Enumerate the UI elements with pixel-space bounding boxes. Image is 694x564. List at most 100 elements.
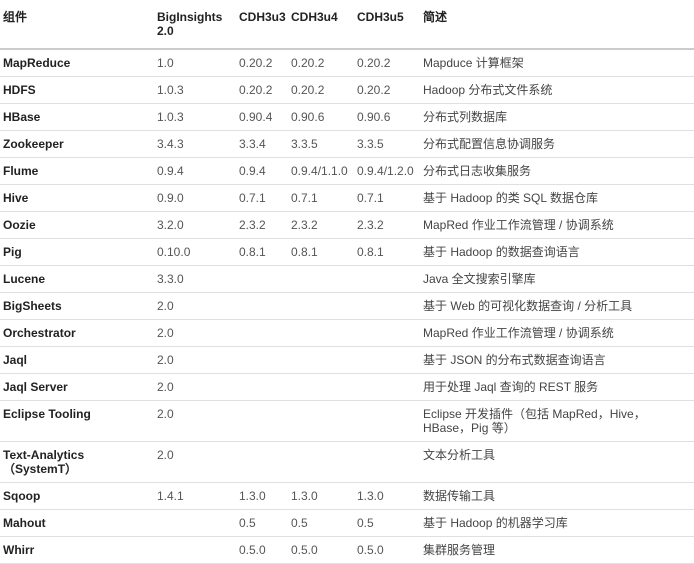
component-description: 用于处理 Jaql 查询的 REST 服务 — [420, 373, 694, 401]
component-name: Flume — [0, 157, 154, 185]
table-body: MapReduce 1.0 0.20.2 0.20.2 0.20.2 Mapduce 计算… — [0, 49, 694, 564]
cdh3u5-version — [354, 373, 420, 401]
cdh3u3-version — [236, 400, 288, 442]
table-row: Lucene 3.3.0 Java 全文搜索引擎库 — [0, 265, 694, 293]
biginsights-version: 2.0 — [154, 441, 236, 483]
cdh3u3-version: 3.3.4 — [236, 130, 288, 158]
component-description: 基于 Web 的可视化数据查询 / 分析工具 — [420, 292, 694, 320]
table-row: Mahout 0.5 0.5 0.5 基于 Hadoop 的机器学习库 — [0, 509, 694, 537]
page: 组件 BigInsights 2.0 CDH3u3 CDH3u4 CDH3u5 … — [0, 0, 694, 564]
component-description: 基于 Hadoop 的类 SQL 数据仓库 — [420, 184, 694, 212]
biginsights-version: 1.0.3 — [154, 76, 236, 104]
cdh3u3-version: 0.90.4 — [236, 103, 288, 131]
cdh3u3-version: 0.20.2 — [236, 49, 288, 77]
component-description: 集群服务管理 — [420, 536, 694, 564]
cdh3u3-version — [236, 346, 288, 374]
table-row: Zookeeper 3.4.3 3.3.4 3.3.5 3.3.5 分布式配置信息协调服务 — [0, 130, 694, 158]
cdh3u3-version: 0.5.0 — [236, 536, 288, 564]
biginsights-version: 2.0 — [154, 346, 236, 374]
component-name: Mahout — [0, 509, 154, 537]
cdh3u4-version — [288, 400, 354, 442]
cdh3u4-version: 0.20.2 — [288, 49, 354, 77]
cdh3u3-version: 2.3.2 — [236, 211, 288, 239]
component-description: 基于 Hadoop 的数据查询语言 — [420, 238, 694, 266]
biginsights-version: 0.10.0 — [154, 238, 236, 266]
table-row: BigSheets 2.0 基于 Web 的可视化数据查询 / 分析工具 — [0, 292, 694, 320]
biginsights-version: 1.4.1 — [154, 482, 236, 510]
cdh3u3-version — [236, 373, 288, 401]
component-name: Sqoop — [0, 482, 154, 510]
header-cdh3u3: CDH3u3 — [236, 4, 288, 50]
cdh3u5-version: 0.7.1 — [354, 184, 420, 212]
cdh3u5-version — [354, 346, 420, 374]
cdh3u3-version — [236, 265, 288, 293]
component-name: Eclipse Tooling — [0, 400, 154, 442]
table-row: Jaql 2.0 基于 JSON 的分布式数据查询语言 — [0, 346, 694, 374]
cdh3u4-version: 0.7.1 — [288, 184, 354, 212]
cdh3u5-version: 3.3.5 — [354, 130, 420, 158]
header-cdh3u4: CDH3u4 — [288, 4, 354, 50]
cdh3u4-version: 0.20.2 — [288, 76, 354, 104]
cdh3u3-version: 0.20.2 — [236, 76, 288, 104]
header-biginsights: BigInsights 2.0 — [154, 4, 236, 50]
component-description: Java 全文搜索引擎库 — [420, 265, 694, 293]
component-name: Lucene — [0, 265, 154, 293]
component-description: 基于 Hadoop 的机器学习库 — [420, 509, 694, 537]
component-name: Whirr — [0, 536, 154, 564]
component-name: Orchestrator — [0, 319, 154, 347]
table-row: Hive 0.9.0 0.7.1 0.7.1 0.7.1 基于 Hadoop 的类 SQL… — [0, 184, 694, 212]
component-description: Mapduce 计算框架 — [420, 49, 694, 77]
cdh3u5-version — [354, 400, 420, 442]
table-row: Oozie 3.2.0 2.3.2 2.3.2 2.3.2 MapRed 作业工作流管理 … — [0, 211, 694, 239]
component-name: Jaql — [0, 346, 154, 374]
component-name: BigSheets — [0, 292, 154, 320]
cdh3u3-version: 1.3.0 — [236, 482, 288, 510]
cdh3u5-version: 2.3.2 — [354, 211, 420, 239]
table-row: MapReduce 1.0 0.20.2 0.20.2 0.20.2 Mapduce 计算… — [0, 49, 694, 77]
cdh3u4-version: 0.5 — [288, 509, 354, 537]
table-row: Eclipse Tooling 2.0 Eclipse 开发插件（包括 MapRed… — [0, 400, 694, 442]
table-row: Pig 0.10.0 0.8.1 0.8.1 0.8.1 基于 Hadoop 的数据查询语… — [0, 238, 694, 266]
table-row: Orchestrator 2.0 MapRed 作业工作流管理 / 协调系统 — [0, 319, 694, 347]
biginsights-version: 0.9.4 — [154, 157, 236, 185]
component-description: 基于 JSON 的分布式数据查询语言 — [420, 346, 694, 374]
biginsights-version: 1.0.3 — [154, 103, 236, 131]
header-component: 组件 — [0, 4, 154, 50]
cdh3u3-version: 0.7.1 — [236, 184, 288, 212]
table-row: Jaql Server 2.0 用于处理 Jaql 查询的 REST 服务 — [0, 373, 694, 401]
cdh3u5-version — [354, 265, 420, 293]
component-description: 分布式列数据库 — [420, 103, 694, 131]
cdh3u4-version — [288, 292, 354, 320]
component-description: Hadoop 分布式文件系统 — [420, 76, 694, 104]
component-name: HBase — [0, 103, 154, 131]
cdh3u4-version: 0.5.0 — [288, 536, 354, 564]
biginsights-version: 3.2.0 — [154, 211, 236, 239]
cdh3u3-version: 0.8.1 — [236, 238, 288, 266]
cdh3u4-version — [288, 373, 354, 401]
component-description: 分布式配置信息协调服务 — [420, 130, 694, 158]
cdh3u4-version: 1.3.0 — [288, 482, 354, 510]
biginsights-version: 2.0 — [154, 292, 236, 320]
cdh3u3-version — [236, 292, 288, 320]
cdh3u5-version: 0.8.1 — [354, 238, 420, 266]
cdh3u4-version — [288, 441, 354, 483]
cdh3u4-version — [288, 265, 354, 293]
biginsights-version: 2.0 — [154, 400, 236, 442]
cdh3u4-version: 0.90.6 — [288, 103, 354, 131]
cdh3u3-version: 0.9.4 — [236, 157, 288, 185]
cdh3u5-version: 0.5.0 — [354, 536, 420, 564]
component-name: Oozie — [0, 211, 154, 239]
component-name: HDFS — [0, 76, 154, 104]
cdh3u4-version: 0.8.1 — [288, 238, 354, 266]
cdh3u4-version — [288, 319, 354, 347]
header-description: 简述 — [420, 4, 694, 50]
biginsights-version: 3.4.3 — [154, 130, 236, 158]
header-cdh3u5: CDH3u5 — [354, 4, 420, 50]
table-row: HBase 1.0.3 0.90.4 0.90.6 0.90.6 分布式列数据库 — [0, 103, 694, 131]
component-description: Eclipse 开发插件（包括 MapRed，Hive，HBase，Pig 等） — [420, 400, 694, 442]
cdh3u5-version: 0.9.4/1.2.0 — [354, 157, 420, 185]
biginsights-version: 2.0 — [154, 319, 236, 347]
table-header-row: 组件 BigInsights 2.0 CDH3u3 CDH3u4 CDH3u5 … — [0, 4, 694, 50]
component-name: Jaql Server — [0, 373, 154, 401]
biginsights-version: 2.0 — [154, 373, 236, 401]
